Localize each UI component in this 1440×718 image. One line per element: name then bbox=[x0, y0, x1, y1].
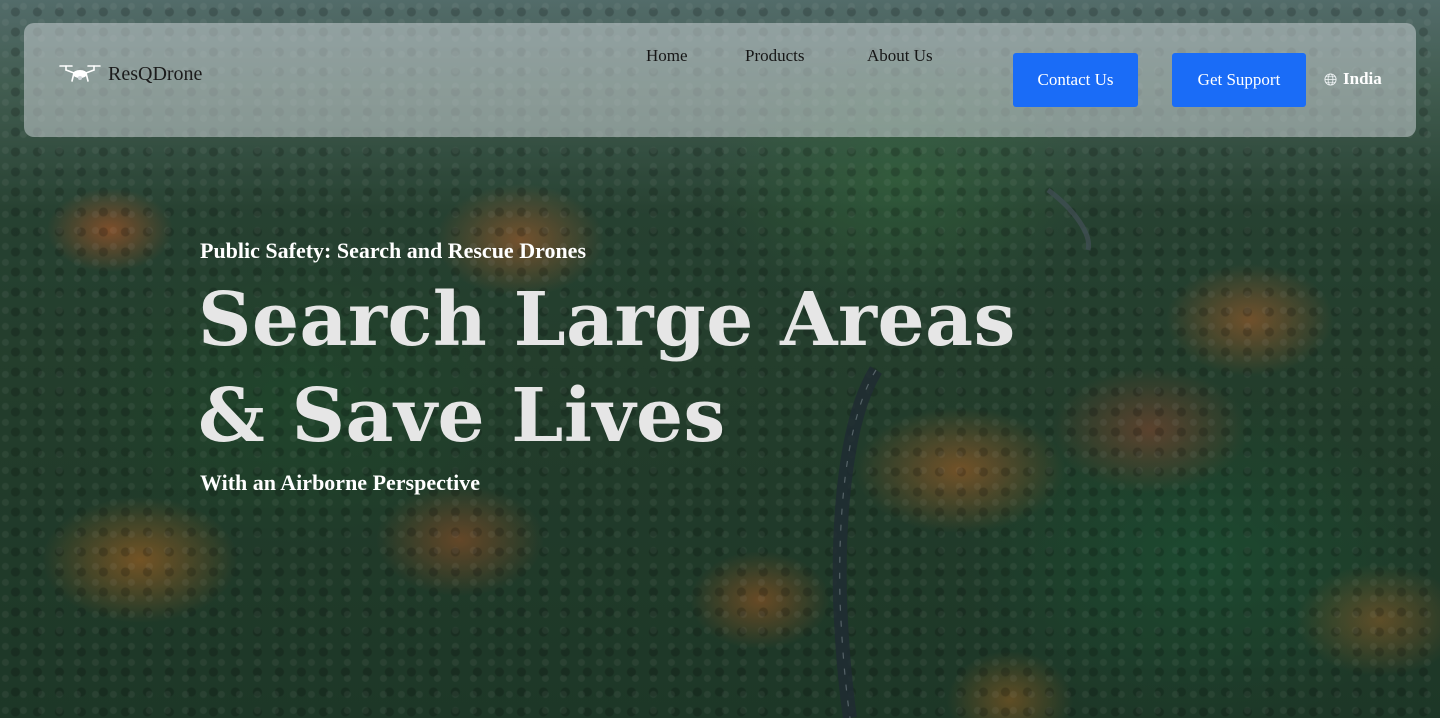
top-navbar: ResQDrone Home Products About Us Contact… bbox=[24, 23, 1416, 137]
nav-link-home[interactable]: Home bbox=[646, 46, 688, 68]
nav-link-products[interactable]: Products bbox=[745, 46, 805, 68]
hero-title-line-1: Search Large Areas bbox=[198, 277, 1016, 363]
contact-us-button[interactable]: Contact Us bbox=[1013, 53, 1138, 107]
hero-title-line-2: & Save Lives bbox=[198, 373, 726, 459]
get-support-button[interactable]: Get Support bbox=[1172, 53, 1306, 107]
locale-label: India bbox=[1343, 69, 1382, 88]
brand-name: ResQDrone bbox=[108, 62, 203, 85]
hero-eyebrow: Public Safety: Search and Rescue Drones bbox=[200, 238, 587, 263]
nav-link-about-us[interactable]: About Us bbox=[867, 46, 933, 68]
globe-icon bbox=[1324, 72, 1337, 86]
hero-title: Search Large Areas & Save Lives bbox=[198, 272, 1098, 464]
brand[interactable]: ResQDrone bbox=[56, 59, 202, 89]
drone-icon bbox=[59, 65, 101, 82]
locale-selector[interactable]: India bbox=[1324, 69, 1382, 89]
hero-subtitle: With an Airborne Perspective bbox=[200, 470, 481, 495]
